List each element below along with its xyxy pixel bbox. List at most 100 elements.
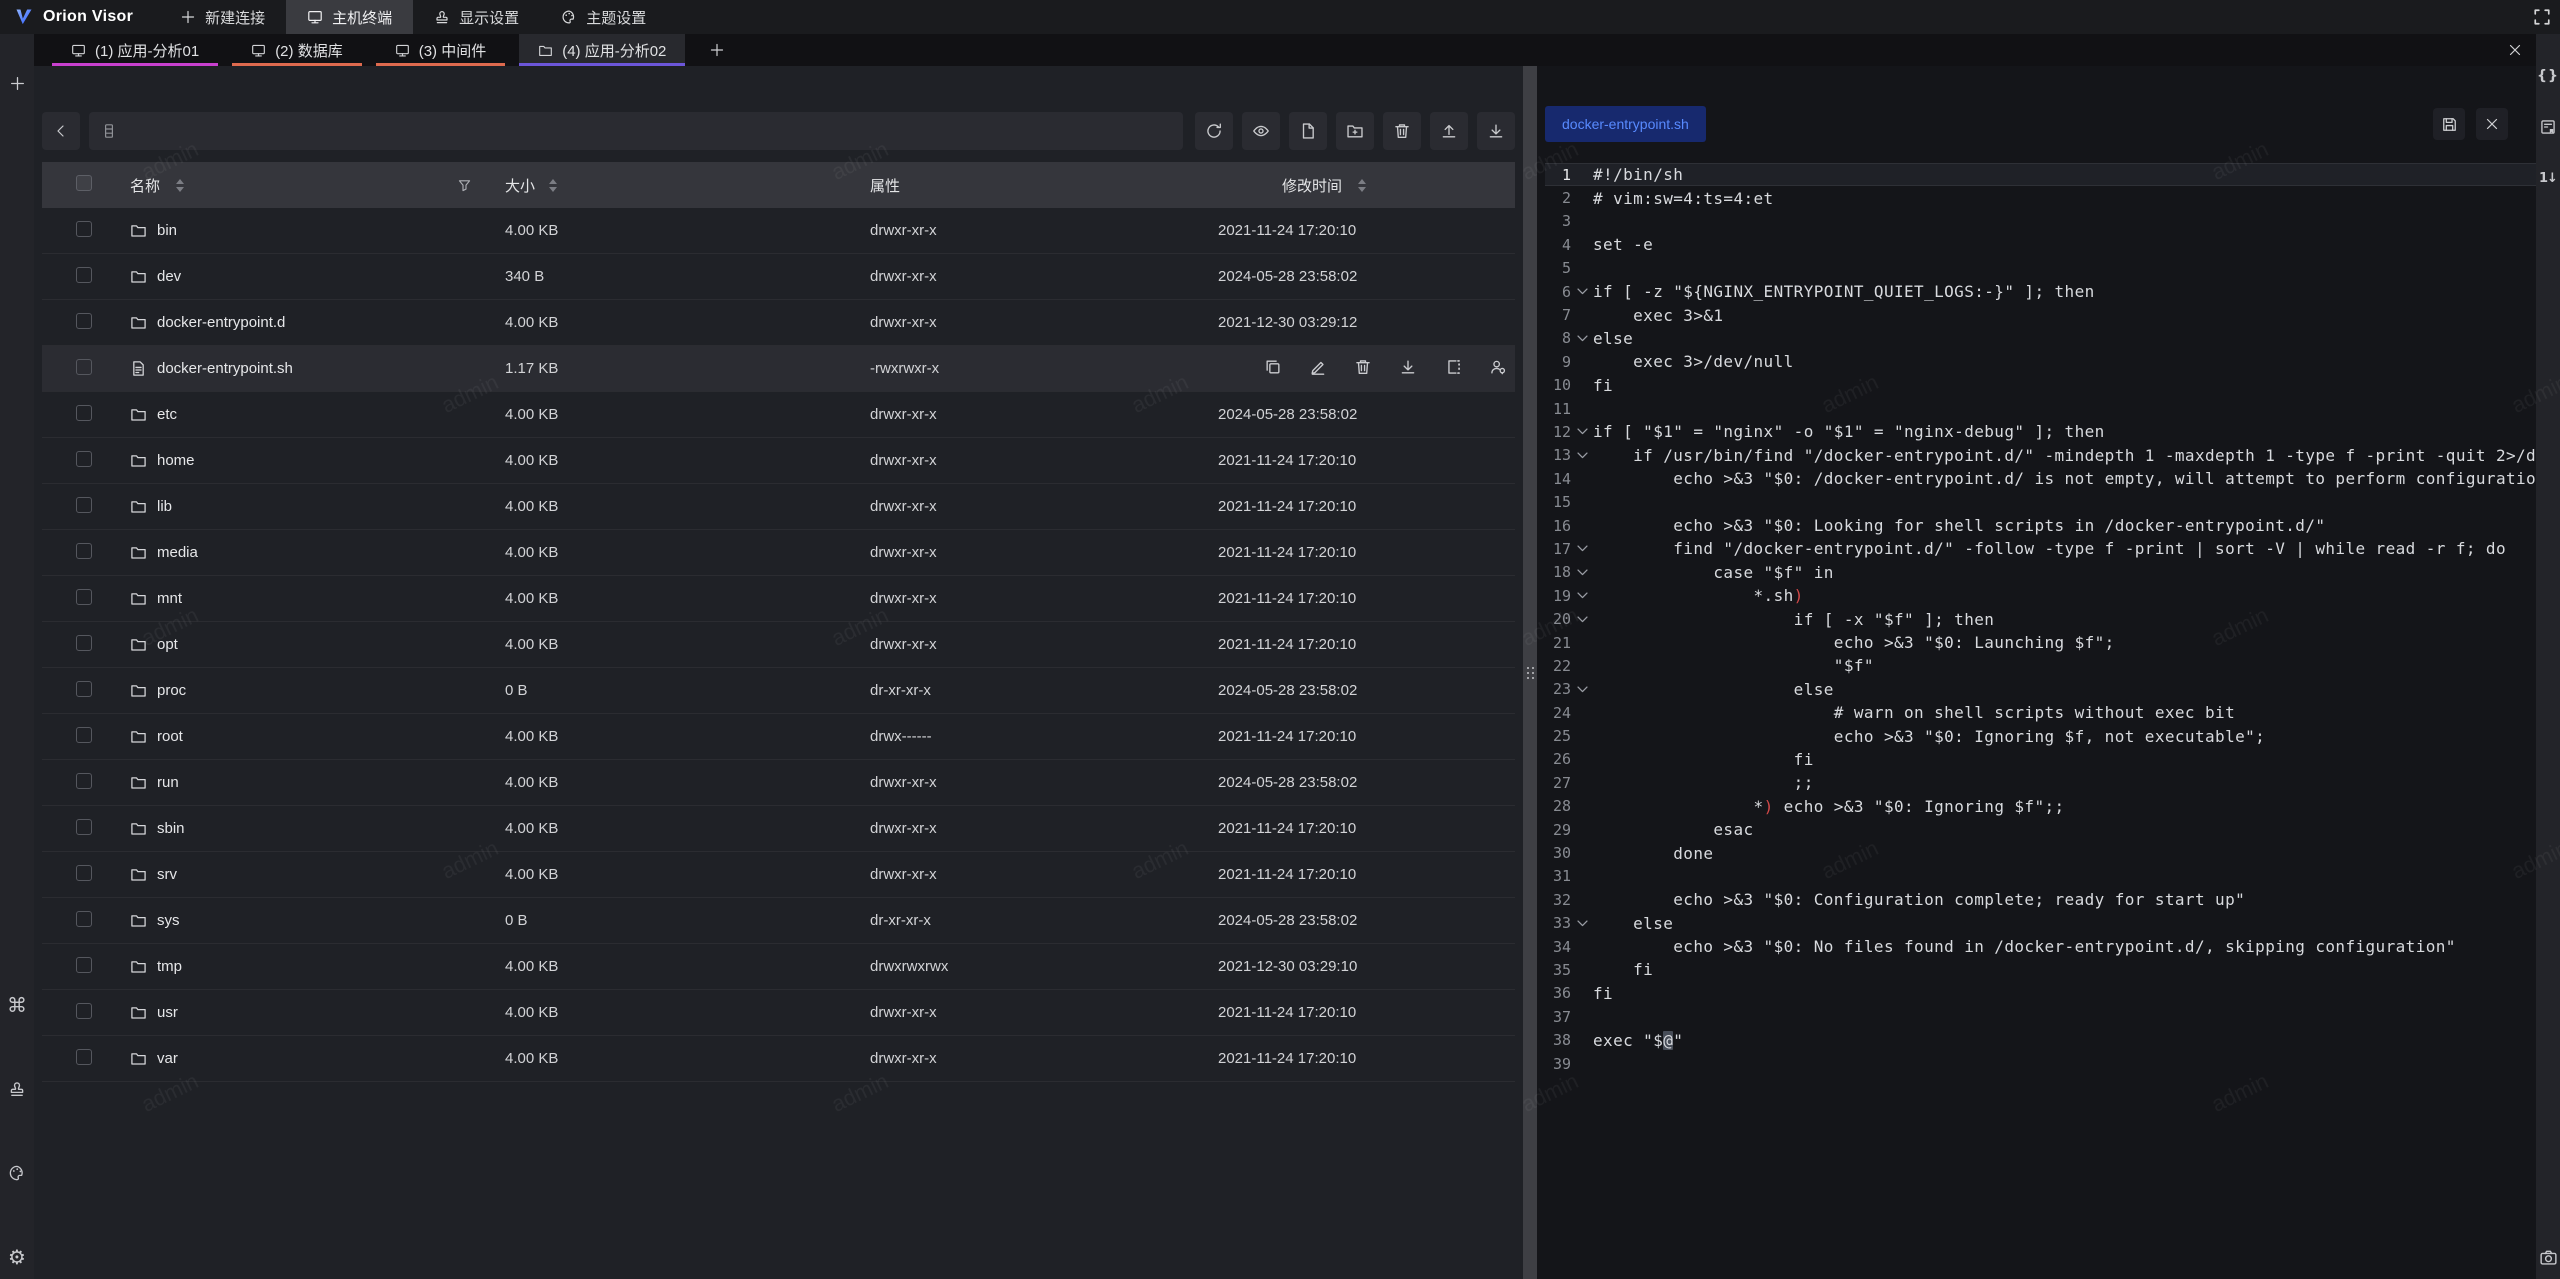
fold-chevron-icon[interactable]: [1576, 542, 1589, 555]
sort-name-control[interactable]: [176, 179, 184, 192]
fold-chevron-icon[interactable]: [1576, 589, 1589, 602]
table-row[interactable]: run 4.00 KB drwxr-xr-x 2024-05-28 23:58:…: [42, 760, 1515, 806]
fold-chevron-icon[interactable]: [1576, 449, 1589, 462]
table-row[interactable]: docker-entrypoint.sh 1.17 KB -rwxrwxr-x: [42, 346, 1515, 392]
row-checkbox[interactable]: [76, 681, 92, 697]
row-checkbox[interactable]: [76, 727, 92, 743]
row-checkbox[interactable]: [76, 405, 92, 421]
close-editor-button[interactable]: [2476, 108, 2508, 140]
download-button[interactable]: [1477, 112, 1515, 150]
row-checkbox[interactable]: [76, 497, 92, 513]
trash-button[interactable]: [1354, 358, 1372, 376]
row-checkbox[interactable]: [76, 819, 92, 835]
row-checkbox[interactable]: [76, 1049, 92, 1065]
row-checkbox[interactable]: [76, 957, 92, 973]
copy-button[interactable]: [1264, 358, 1282, 376]
filter-icon[interactable]: [457, 178, 472, 193]
file-name[interactable]: run: [157, 774, 179, 791]
row-checkbox[interactable]: [76, 543, 92, 559]
file-name[interactable]: bin: [157, 222, 177, 239]
close-tabs-button[interactable]: [2494, 34, 2536, 66]
terminal-tab[interactable]: (4) 应用-分析02: [519, 34, 685, 66]
file-name[interactable]: mnt: [157, 590, 182, 607]
edit-button[interactable]: [1309, 358, 1327, 376]
file-name[interactable]: var: [157, 1050, 178, 1067]
table-row[interactable]: usr 4.00 KB drwxr-xr-x 2021-11-24 17:20:…: [42, 990, 1515, 1036]
sort-size-control[interactable]: [549, 179, 557, 192]
file-name[interactable]: root: [157, 728, 183, 745]
fullscreen-button[interactable]: [2524, 0, 2560, 34]
file-name[interactable]: home: [157, 452, 195, 469]
path-input[interactable]: [126, 123, 1171, 139]
gear-button[interactable]: ⚙: [0, 1245, 34, 1269]
table-row[interactable]: root 4.00 KB drwx------ 2021-11-24 17:20…: [42, 714, 1515, 760]
file-name[interactable]: lib: [157, 498, 172, 515]
row-checkbox[interactable]: [76, 1003, 92, 1019]
fold-chevron-icon[interactable]: [1576, 285, 1589, 298]
table-row[interactable]: etc 4.00 KB drwxr-xr-x 2024-05-28 23:58:…: [42, 392, 1515, 438]
navbar-menu-item[interactable]: 新建连接: [159, 0, 286, 34]
row-checkbox[interactable]: [76, 267, 92, 283]
fold-chevron-icon[interactable]: [1576, 425, 1589, 438]
file-bookmark-button[interactable]: [2536, 115, 2560, 139]
file-name[interactable]: etc: [157, 406, 177, 423]
permission-button[interactable]: [1489, 358, 1507, 376]
file-name[interactable]: sys: [157, 912, 180, 929]
eye-button[interactable]: [1242, 112, 1280, 150]
row-checkbox[interactable]: [76, 773, 92, 789]
row-checkbox[interactable]: [76, 313, 92, 329]
file-name[interactable]: srv: [157, 866, 177, 883]
panel-splitter[interactable]: [1523, 66, 1537, 1279]
new-folder-button[interactable]: [1336, 112, 1374, 150]
table-row[interactable]: lib 4.00 KB drwxr-xr-x 2021-11-24 17:20:…: [42, 484, 1515, 530]
row-checkbox[interactable]: [76, 359, 92, 375]
table-row[interactable]: tmp 4.00 KB drwxrwxrwx 2021-12-30 03:29:…: [42, 944, 1515, 990]
table-row[interactable]: mnt 4.00 KB drwxr-xr-x 2021-11-24 17:20:…: [42, 576, 1515, 622]
row-checkbox[interactable]: [76, 911, 92, 927]
file-name[interactable]: opt: [157, 636, 178, 653]
editor-file-tab[interactable]: docker-entrypoint.sh: [1545, 106, 1706, 142]
row-checkbox[interactable]: [76, 589, 92, 605]
terminal-tab[interactable]: (1) 应用-分析01: [52, 34, 218, 66]
table-row[interactable]: dev 340 B drwxr-xr-x 2024-05-28 23:58:02: [42, 254, 1515, 300]
row-checkbox[interactable]: [76, 635, 92, 651]
sort-mtime-control[interactable]: [1358, 179, 1366, 192]
table-row[interactable]: home 4.00 KB drwxr-xr-x 2021-11-24 17:20…: [42, 438, 1515, 484]
save-button[interactable]: [2433, 108, 2465, 140]
refresh-button[interactable]: [1195, 112, 1233, 150]
fold-chevron-icon[interactable]: [1576, 683, 1589, 696]
splitter-grip-icon[interactable]: [1527, 667, 1534, 679]
column-header-mtime[interactable]: 修改时间: [1282, 175, 1342, 196]
row-checkbox[interactable]: [76, 221, 92, 237]
stamp-button[interactable]: [0, 1077, 34, 1101]
fold-chevron-icon[interactable]: [1576, 613, 1589, 626]
add-tab-button[interactable]: [699, 34, 735, 66]
table-row[interactable]: proc 0 B dr-xr-xr-x 2024-05-28 23:58:02: [42, 668, 1515, 714]
column-header-name[interactable]: 名称: [130, 175, 160, 196]
navbar-menu-item[interactable]: 显示设置: [413, 0, 540, 34]
file-name[interactable]: usr: [157, 1004, 178, 1021]
table-row[interactable]: opt 4.00 KB drwxr-xr-x 2021-11-24 17:20:…: [42, 622, 1515, 668]
braces-button[interactable]: {}: [2536, 64, 2560, 88]
file-name[interactable]: dev: [157, 268, 181, 285]
file-name[interactable]: proc: [157, 682, 186, 699]
select-all-checkbox[interactable]: [76, 175, 92, 191]
code-area[interactable]: 1 #!/bin/sh 2 # vim:sw=4:ts=4:et 3 4 set…: [1545, 163, 2536, 1279]
fold-chevron-icon[interactable]: [1576, 917, 1589, 930]
command-button[interactable]: ⌘: [0, 993, 34, 1017]
table-row[interactable]: sys 0 B dr-xr-xr-x 2024-05-28 23:58:02: [42, 898, 1515, 944]
table-row[interactable]: sbin 4.00 KB drwxr-xr-x 2021-11-24 17:20…: [42, 806, 1515, 852]
download-button[interactable]: [1399, 358, 1417, 376]
palette-button[interactable]: [0, 1161, 34, 1185]
sort-lines-button[interactable]: 1↓: [2536, 166, 2560, 190]
table-row[interactable]: bin 4.00 KB drwxr-xr-x 2021-11-24 17:20:…: [42, 208, 1515, 254]
screenshot-button[interactable]: [2536, 1245, 2560, 1269]
table-row[interactable]: srv 4.00 KB drwxr-xr-x 2021-11-24 17:20:…: [42, 852, 1515, 898]
navbar-menu-item[interactable]: 主机终端: [286, 0, 413, 34]
move-button[interactable]: [1444, 358, 1462, 376]
table-row[interactable]: media 4.00 KB drwxr-xr-x 2021-11-24 17:2…: [42, 530, 1515, 576]
file-name[interactable]: docker-entrypoint.d: [157, 314, 285, 331]
path-box[interactable]: [89, 112, 1183, 150]
table-row[interactable]: docker-entrypoint.d 4.00 KB drwxr-xr-x 2…: [42, 300, 1515, 346]
navbar-menu-item[interactable]: 主题设置: [540, 0, 667, 34]
